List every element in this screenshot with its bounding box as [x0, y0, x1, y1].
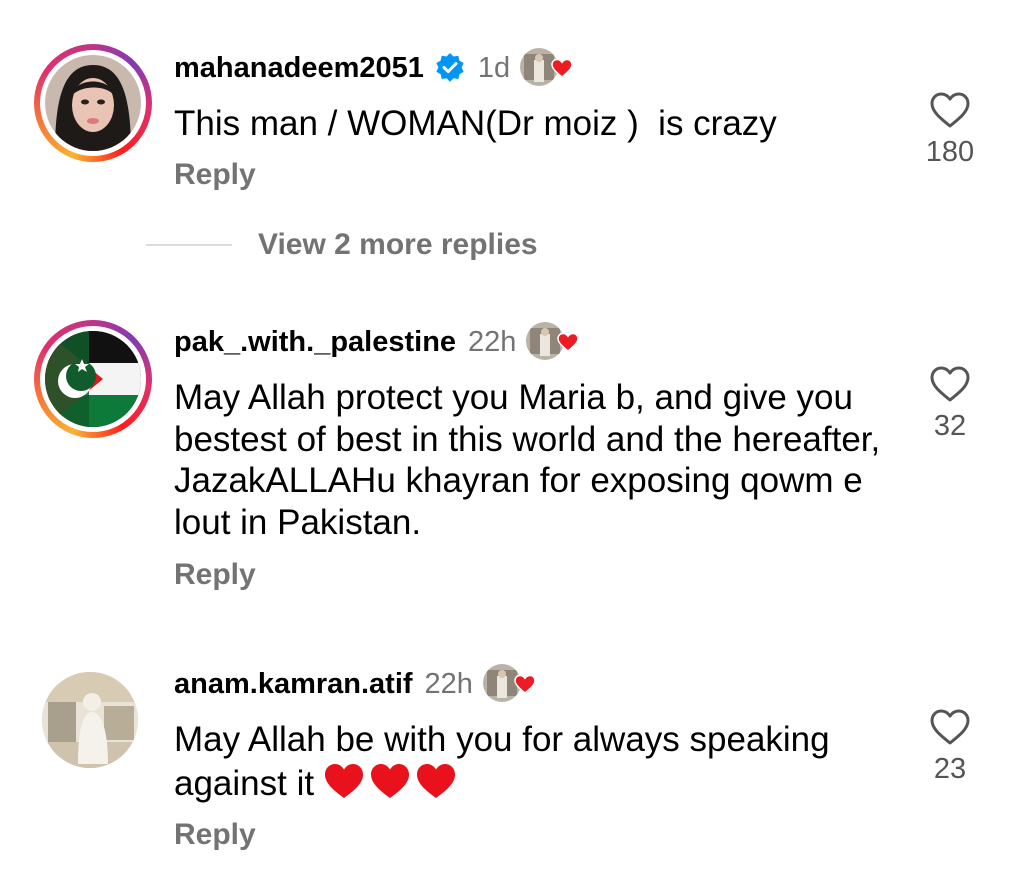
red-heart-emoji-icon: [417, 763, 456, 798]
comment-body: May Allah be with you for always speakin…: [174, 720, 830, 803]
author-liked-heart-icon: [557, 332, 580, 352]
author-liked-badge: [482, 662, 541, 706]
username[interactable]: anam.kamran.atif: [174, 668, 413, 701]
comment-time: 22h: [468, 325, 517, 358]
avatar[interactable]: [42, 672, 138, 768]
view-more-replies: View 2 more replies: [146, 228, 538, 262]
like-column: 32: [910, 362, 990, 443]
author-liked-badge: [526, 320, 584, 364]
red-heart-emoji-icon: [371, 763, 410, 798]
like-column: 23: [910, 705, 990, 786]
comment-header: anam.kamran.atif 22h: [174, 662, 541, 706]
comment-text: This man / WOMAN(Dr moiz ) is crazy: [174, 103, 894, 145]
username[interactable]: mahanadeem2051: [174, 52, 424, 85]
replies-divider: [146, 244, 232, 246]
avatar-ring[interactable]: [34, 320, 152, 438]
reply-button[interactable]: Reply: [174, 558, 256, 592]
like-count: 32: [933, 410, 967, 442]
comment-text: May Allah be with you for always speakin…: [174, 719, 894, 804]
emoji-hearts: ❤❤❤: [322, 761, 458, 801]
heart-outline-icon[interactable]: [928, 362, 972, 406]
comment-body: This man / WOMAN(Dr moiz ) is crazy: [174, 104, 777, 143]
verified-badge-icon: [436, 53, 464, 82]
comment-time: 1d: [477, 51, 511, 84]
heart-outline-icon[interactable]: [928, 705, 972, 749]
comment-header: pak_.with._palestine 22h: [174, 320, 584, 364]
reply-button[interactable]: Reply: [174, 818, 256, 852]
comment-text: May Allah protect you Maria b, and give …: [174, 377, 894, 543]
like-count: 180: [925, 136, 975, 168]
comment-body: May Allah protect you Maria b, and give …: [174, 378, 881, 542]
red-heart-emoji-icon: [325, 763, 364, 798]
like-count: 23: [933, 753, 967, 785]
like-column: 180: [910, 88, 990, 169]
avatar: [45, 331, 141, 427]
author-liked-heart-icon: [514, 674, 536, 694]
avatar: [45, 55, 141, 151]
heart-outline-icon[interactable]: [928, 88, 972, 132]
avatar-ring[interactable]: [34, 44, 152, 162]
comment-time: 22h: [424, 667, 473, 700]
comment-header: mahanadeem2051 1d: [174, 46, 578, 90]
author-liked-badge: [520, 46, 578, 90]
author-liked-heart-icon: [551, 58, 573, 78]
view-more-replies-button[interactable]: View 2 more replies: [258, 228, 538, 262]
reply-button[interactable]: Reply: [174, 158, 256, 192]
username[interactable]: pak_.with._palestine: [174, 326, 456, 359]
